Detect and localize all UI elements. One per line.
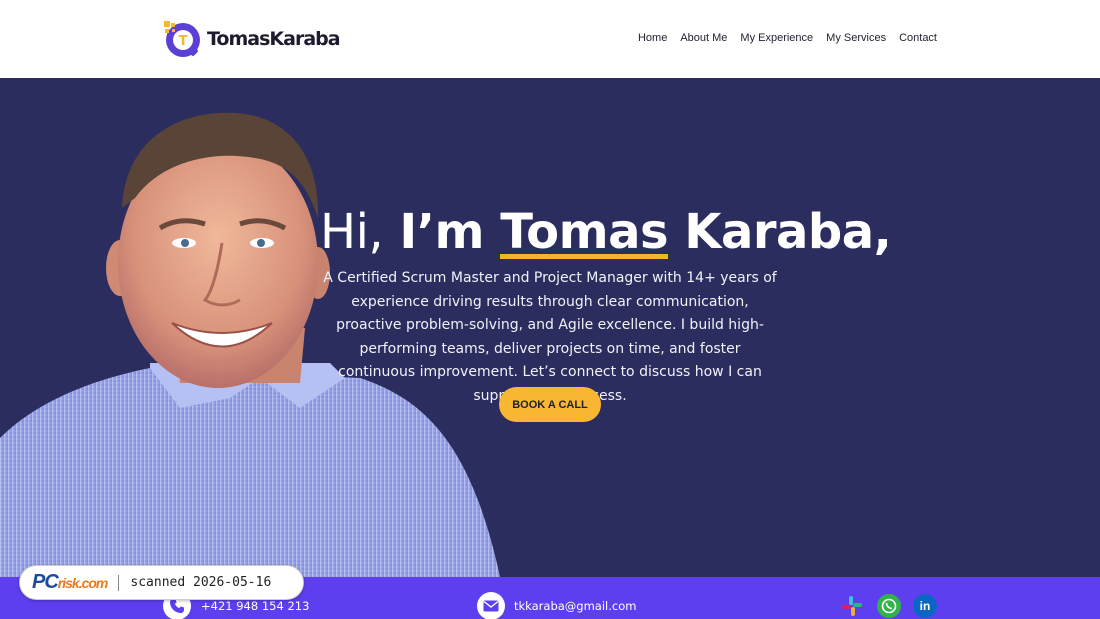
book-a-call-button[interactable]: BOOK A CALL — [499, 387, 601, 422]
nav-my-services[interactable]: My Services — [826, 32, 886, 44]
phone-number[interactable]: +421 948 154 213 — [201, 599, 309, 613]
pcrisk-logo-sub: risk.com — [57, 575, 109, 591]
pcrisk-logo: PC risk.com — [32, 571, 109, 594]
email-icon[interactable] — [477, 592, 505, 619]
hero-last-name: Karaba, — [684, 204, 892, 260]
nav-about-me[interactable]: About Me — [680, 32, 727, 44]
hero-section: Hi, I’m Tomas Karaba, A Certified Scrum … — [0, 78, 1100, 577]
email-address[interactable]: tkkaraba@gmail.com — [514, 599, 636, 613]
scan-date: scanned 2026-05-16 — [130, 575, 272, 590]
hero-im: I’m — [399, 204, 485, 260]
site-header: T TomasKaraba Home About Me My Experienc… — [0, 0, 1100, 78]
brand-logo[interactable]: T TomasKaraba — [162, 19, 341, 59]
nav-my-experience[interactable]: My Experience — [740, 32, 813, 44]
logo-icon: T — [162, 19, 202, 59]
hero-first-name: Tomas — [500, 204, 669, 260]
scan-badge: PC risk.com scanned 2026-05-16 — [19, 565, 304, 600]
svg-text:T: T — [179, 34, 188, 49]
nav-contact[interactable]: Contact — [899, 32, 937, 44]
hero-title: Hi, I’m Tomas Karaba, — [0, 204, 1100, 260]
main-nav: Home About Me My Experience My Services … — [638, 32, 937, 44]
nav-home[interactable]: Home — [638, 32, 667, 44]
brand-name: TomasKaraba — [207, 28, 341, 50]
whatsapp-icon[interactable] — [877, 594, 901, 618]
slack-icon[interactable] — [840, 594, 864, 618]
hero-greeting: Hi, — [320, 204, 384, 260]
pcrisk-logo-main: PC — [32, 571, 59, 593]
badge-divider — [118, 574, 120, 591]
linkedin-icon[interactable]: in — [913, 594, 937, 618]
